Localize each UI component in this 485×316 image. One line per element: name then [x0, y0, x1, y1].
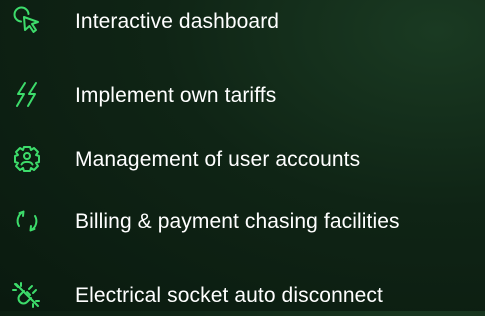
feature-label: Implement own tariffs	[75, 84, 277, 107]
unplug-icon	[12, 280, 42, 310]
feature-label: Billing & payment chasing facilities	[75, 210, 400, 233]
feature-item-interactive-dashboard: Interactive dashboard	[0, 2, 485, 42]
feature-item-socket-disconnect: Electrical socket auto disconnect	[0, 276, 485, 316]
refresh-cycle-icon	[12, 206, 42, 236]
feature-item-billing: Billing & payment chasing facilities	[0, 202, 485, 242]
feature-list: Interactive dashboard Implement own tari…	[0, 0, 485, 311]
pointer-click-icon	[12, 6, 42, 36]
feature-label: Electrical socket auto disconnect	[75, 284, 383, 307]
feature-item-own-tariffs: Implement own tariffs	[0, 76, 485, 116]
feature-item-user-accounts: Management of user accounts	[0, 140, 485, 180]
feature-label: Interactive dashboard	[75, 10, 280, 33]
lightning-bolts-icon	[12, 80, 42, 110]
user-gear-icon	[12, 144, 42, 174]
feature-label: Management of user accounts	[75, 148, 361, 171]
